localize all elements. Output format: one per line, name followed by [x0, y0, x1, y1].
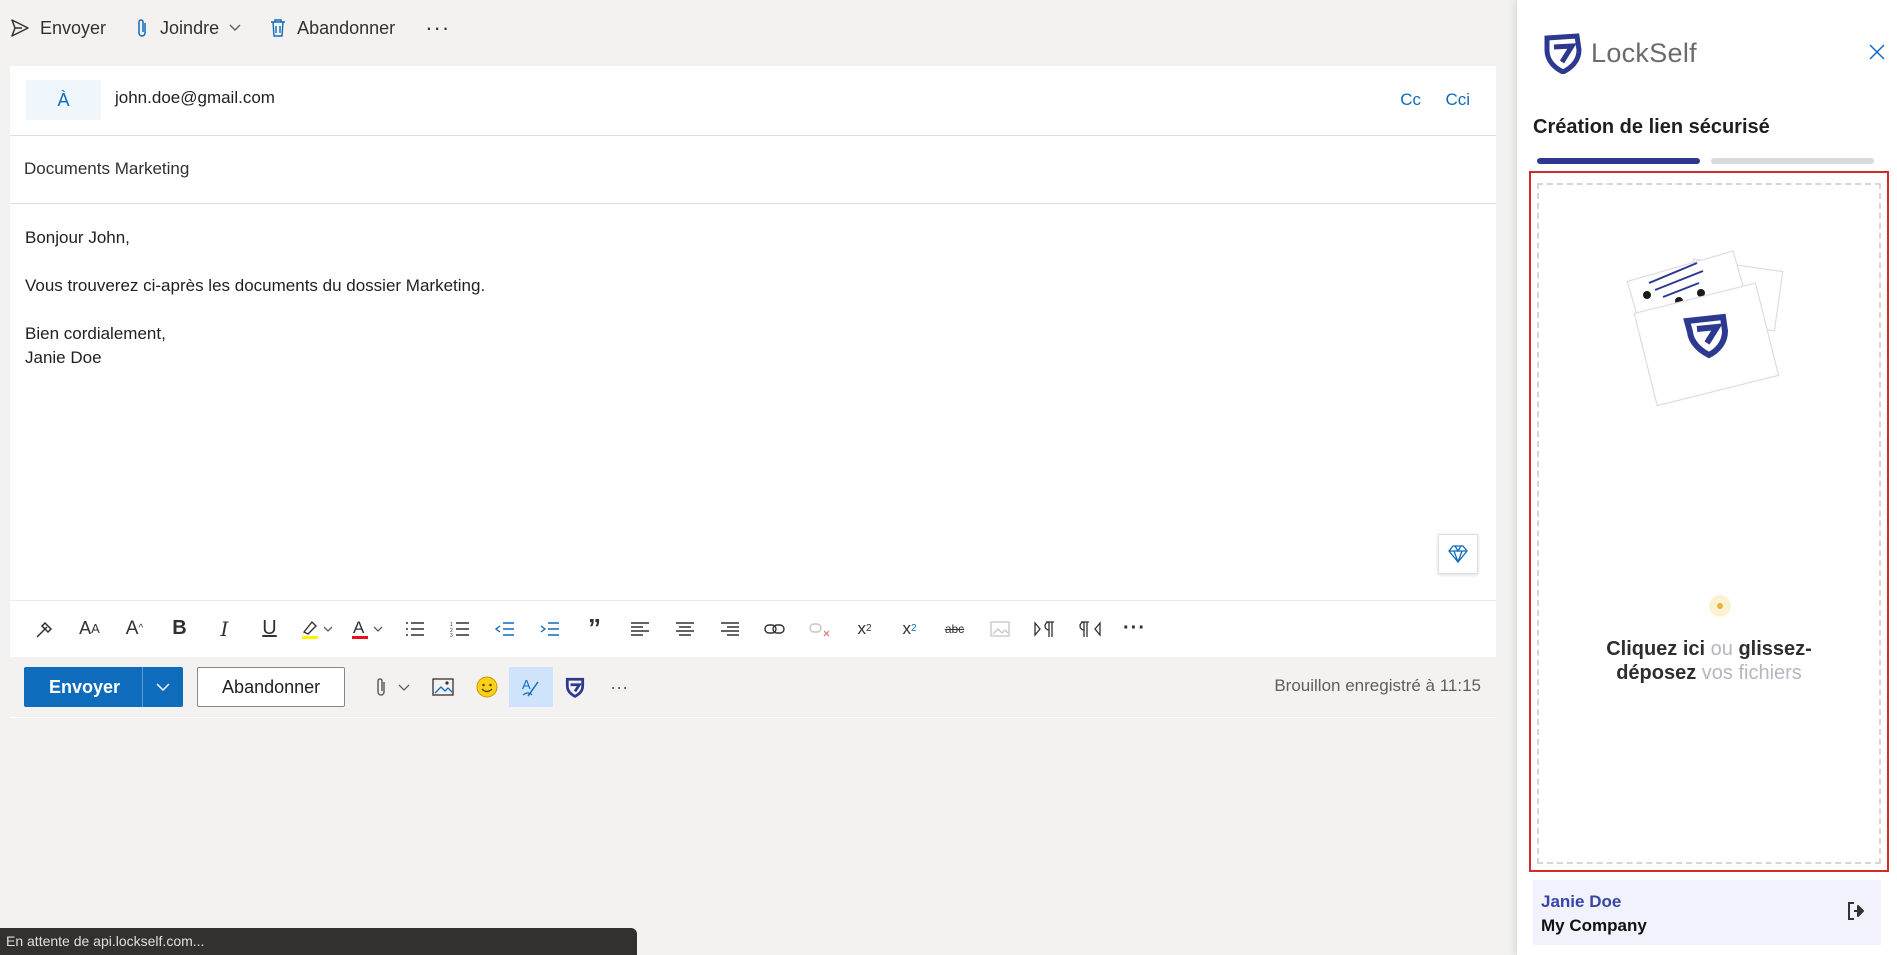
emoji-icon	[476, 676, 498, 698]
brand-name: LockSelf	[1591, 37, 1697, 68]
to-recipient[interactable]: john.doe@gmail.com	[115, 88, 275, 108]
emoji-button[interactable]	[465, 667, 509, 707]
svg-text:A: A	[353, 618, 365, 637]
attach-toolbar-label: Joindre	[160, 17, 220, 38]
user-card: Janie Doe My Company	[1533, 880, 1881, 945]
secure-envelope-illustration	[1626, 250, 1784, 407]
step-indicator-active	[1537, 158, 1700, 164]
numbering-icon[interactable]: 123	[437, 611, 482, 647]
decrease-indent-icon[interactable]	[482, 611, 527, 647]
send-toolbar-button[interactable]: Envoyer	[10, 8, 106, 48]
more-icon[interactable]: ···	[1112, 611, 1157, 647]
drop-text-or: ou	[1705, 638, 1739, 660]
font-color-icon[interactable]: A	[342, 611, 392, 647]
more-actions-button[interactable]: ···	[597, 667, 641, 707]
send-dropdown[interactable]	[143, 667, 183, 707]
rtl-icon[interactable]	[1067, 611, 1112, 647]
font-size-icon[interactable]: AA	[67, 611, 112, 647]
link-icon[interactable]	[752, 611, 797, 647]
logout-icon	[1848, 902, 1864, 920]
subscript-icon[interactable]: x2	[887, 611, 932, 647]
svg-text:A: A	[522, 677, 531, 692]
editor-button[interactable]: A	[509, 667, 554, 707]
more-options-button[interactable]: ···	[425, 15, 450, 41]
increase-indent-icon[interactable]	[527, 611, 572, 647]
chevron-down-icon	[156, 683, 170, 691]
send-row: Envoyer Abandonner A ··· Brouillon enreg…	[10, 657, 1496, 717]
drop-text-drag: glissez-	[1738, 638, 1812, 660]
attach-toolbar-button[interactable]: Joindre	[134, 8, 241, 48]
lockself-panel: LockSelf Création de lien sécurisé Cliqu…	[1517, 0, 1897, 955]
picture-icon	[432, 678, 454, 696]
lockself-logo-icon	[1544, 33, 1582, 74]
loading-indicator	[1709, 595, 1731, 617]
step-indicator-inactive	[1711, 158, 1874, 164]
send-icon	[11, 19, 29, 37]
top-toolbar: Envoyer Joindre Abandonner ···	[0, 0, 1517, 56]
premium-button[interactable]	[1438, 534, 1478, 574]
to-row: À john.doe@gmail.com Cc Cci	[10, 66, 1496, 136]
subject-field[interactable]: Documents Marketing	[24, 159, 189, 179]
lockself-addin-button[interactable]	[553, 667, 597, 707]
close-panel-button[interactable]	[1869, 44, 1885, 65]
paperclip-icon	[138, 19, 146, 37]
body-closing: Bien cordialement,	[25, 324, 166, 343]
body-greeting: Bonjour John,	[25, 228, 130, 247]
drop-text-click: Cliquez ici	[1606, 638, 1706, 660]
user-company: My Company	[1541, 916, 1647, 935]
drop-zone-dashed-border: Cliquez ici ou glissez- déposez vos fich…	[1537, 183, 1881, 864]
lockself-logo-icon	[566, 677, 585, 698]
superscript-icon[interactable]: x2	[842, 611, 887, 647]
discard-toolbar-button[interactable]: Abandonner	[269, 8, 395, 48]
grow-font-icon[interactable]: A ^	[112, 611, 157, 647]
strikethrough-icon[interactable]: abc	[932, 611, 977, 647]
unlink-icon[interactable]	[797, 611, 842, 647]
subject-row: Documents Marketing	[10, 136, 1496, 204]
format-painter-icon[interactable]	[22, 611, 67, 647]
send-toolbar-label: Envoyer	[40, 17, 107, 38]
logout-button[interactable]	[1847, 902, 1867, 925]
discard-toolbar-label: Abandonner	[297, 17, 396, 38]
send-button-label[interactable]: Envoyer	[24, 667, 144, 707]
bullets-icon[interactable]	[392, 611, 437, 647]
send-button[interactable]: Envoyer	[24, 667, 184, 707]
diamond-icon	[1448, 545, 1468, 563]
attach-button[interactable]	[365, 667, 421, 707]
panel-title: Création de lien sécurisé	[1533, 116, 1770, 138]
chevron-down-icon	[229, 24, 241, 31]
drop-zone-instructions: Cliquez ici ou glissez- déposez vos fich…	[1539, 637, 1879, 685]
body-signature: Janie Doe	[25, 348, 102, 367]
draft-status: Brouillon enregistré à 11:15	[1274, 676, 1481, 695]
to-button[interactable]: À	[26, 80, 101, 120]
align-left-icon[interactable]	[617, 611, 662, 647]
highlight-icon[interactable]	[292, 611, 342, 647]
paperclip-icon	[377, 678, 410, 696]
body-line: Vous trouverez ci-après les documents du…	[25, 276, 486, 295]
drop-text-drop: déposez	[1616, 662, 1697, 684]
editor-pen-icon: A	[522, 677, 539, 697]
align-right-icon[interactable]	[707, 611, 752, 647]
message-body[interactable]: Bonjour John, Vous trouverez ci-après le…	[25, 226, 485, 370]
close-icon	[1869, 44, 1885, 60]
lockself-logo: LockSelf	[1543, 32, 1697, 74]
bcc-button[interactable]: Cci	[1445, 90, 1470, 110]
drop-text-files: vos fichiers	[1696, 662, 1802, 684]
svg-text:3: 3	[450, 633, 453, 637]
bold-icon[interactable]: B	[157, 611, 202, 647]
trash-icon	[271, 19, 286, 37]
ltr-icon[interactable]	[1022, 611, 1067, 647]
cc-button[interactable]: Cc	[1400, 90, 1421, 110]
format-toolbar: AA A ^ B I U A 123 ” x2 x2 abc ···	[10, 600, 1496, 656]
user-name: Janie Doe	[1541, 892, 1622, 911]
file-drop-zone[interactable]: Cliquez ici ou glissez- déposez vos fich…	[1529, 171, 1889, 872]
italic-icon[interactable]: I	[202, 611, 247, 647]
browser-status-bar: En attente de api.lockself.com...	[0, 928, 637, 955]
image-icon[interactable]	[977, 611, 1022, 647]
align-center-icon[interactable]	[662, 611, 707, 647]
insert-picture-button[interactable]	[421, 667, 465, 707]
discard-button[interactable]: Abandonner	[197, 667, 346, 707]
underline-icon[interactable]: U	[247, 611, 292, 647]
quote-icon[interactable]: ”	[572, 611, 617, 647]
